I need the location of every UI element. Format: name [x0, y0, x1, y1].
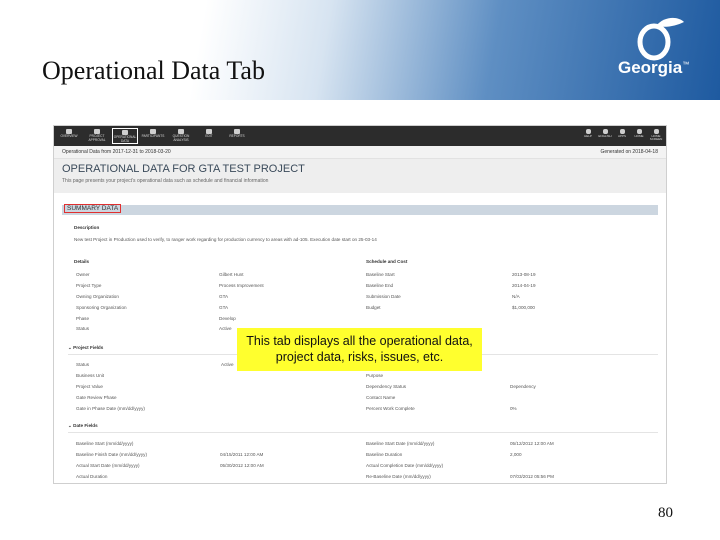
nav-apps[interactable]: APPS [614, 128, 630, 144]
period-bar: Operational Data from 2017-12-31 to 2018… [54, 146, 666, 159]
summary-data-header[interactable]: SUMMARY DATA [62, 204, 658, 215]
summary-data-title: SUMMARY DATA [64, 204, 122, 213]
field-label: Purpose [366, 373, 384, 378]
schedule-label: Baseline Start [366, 272, 395, 277]
schedule-value: N/A [512, 294, 520, 299]
detail-label: Owning Organization [76, 294, 119, 299]
date-label: Actual Completion Date (mm/dd/yyyy) [366, 463, 444, 468]
project-fields-toggle[interactable]: ⌄ Project Fields [68, 345, 103, 351]
callout-note: This tab displays all the operational da… [237, 328, 482, 371]
detail-value: Active [219, 326, 232, 331]
nav-home-screen[interactable]: HOME SCREEN [648, 128, 664, 144]
date-label: Baseline Start Date (mm/dd/yyyy) [366, 441, 435, 446]
date-label: Re-Baseline Date (mm/dd/yyyy) [366, 474, 431, 479]
date-label: Baseline Finish Date (mm/dd/yyyy) [76, 452, 147, 457]
detail-label: Phase [76, 316, 90, 321]
date-label: Actual Start Date (mm/dd/yyyy) [76, 463, 140, 468]
date-value: 2,000 [510, 452, 522, 457]
field-label: Gate Review Phase [76, 395, 117, 400]
georgia-logo-text: Georgia™ [618, 58, 690, 77]
schedule-value: 2014-04-19 [512, 283, 536, 288]
date-value: 04/15/2011 12:00 AM [220, 452, 264, 457]
app-screenshot: OVERVIEW PROJECT APPROVAL OPERATIONAL DA… [53, 125, 667, 484]
description-label: Description [74, 225, 100, 230]
nav-operational-data[interactable]: OPERATIONAL DATA [112, 128, 138, 144]
field-value: Active [221, 362, 234, 367]
field-label: Contact Name [366, 395, 396, 400]
schedule-label: Baseline End [366, 283, 394, 288]
page-description: This page presents your project’s operat… [62, 178, 269, 184]
generated-date: Generated on 2018-04-18 [600, 149, 658, 155]
slide-header: Operational Data Tab Georgia™ [0, 0, 720, 100]
detail-value: Process Improvement [219, 283, 264, 288]
slide-title: Operational Data Tab [42, 56, 265, 85]
period-text: Operational Data from 2017-12-31 to 2018… [62, 149, 171, 155]
field-label: Project Value [76, 384, 103, 389]
detail-value: Develop [219, 316, 236, 321]
schedule-label: Submission Date [366, 294, 401, 299]
detail-value: GTA [219, 305, 229, 310]
top-navigation-bar: OVERVIEW PROJECT APPROVAL OPERATIONAL DA… [54, 126, 666, 146]
schedule-value: 2013-08-19 [512, 272, 536, 277]
detail-label: Project Type [76, 283, 102, 288]
field-label: Percent Work Complete [366, 406, 415, 411]
field-label: Status [76, 362, 90, 367]
detail-label: Sponsoring Organization [76, 305, 127, 310]
nav-help[interactable]: HELP [580, 128, 596, 144]
detail-value: GTA [219, 294, 229, 299]
field-label: Gate in Phase Date (mm/dd/yyyy) [76, 406, 145, 411]
date-value: 05/12/2012 12:00 AM [510, 441, 554, 446]
date-label: Actual Duration [76, 474, 108, 479]
page-heading: OPERATIONAL DATA FOR GTA TEST PROJECT [62, 163, 305, 175]
description-text: New test Project in Production used to v… [74, 237, 377, 242]
nav-reports[interactable]: REPORTS [224, 128, 250, 144]
detail-label: Owner [76, 272, 90, 277]
field-value: 0% [510, 406, 517, 411]
georgia-peach-logo-icon [637, 17, 684, 61]
field-label: Business Unit [76, 373, 105, 378]
field-value: Dependency [510, 384, 536, 389]
nav-overview[interactable]: OVERVIEW [56, 128, 82, 144]
details-label: Details [74, 259, 90, 264]
nav-project-approval[interactable]: PROJECT APPROVAL [84, 128, 110, 144]
page-number: 80 [658, 505, 673, 521]
page-header: OPERATIONAL DATA FOR GTA TEST PROJECT Th… [54, 159, 666, 193]
schedule-label: Budget [366, 305, 381, 310]
nav-home[interactable]: HOME [631, 128, 647, 144]
field-label: Dependency Status [366, 384, 407, 389]
detail-value: Gilbert Hunt [219, 272, 244, 277]
date-value: 07/03/2012 05:56 PM [510, 474, 554, 479]
nav-edit[interactable]: EDIT [196, 128, 222, 144]
detail-label: Status [76, 326, 90, 331]
date-label: Baseline Duration [366, 452, 403, 457]
nav-participants[interactable]: PARTICIPANTS [140, 128, 166, 144]
date-value: 05/30/2012 12:00 AM [220, 463, 264, 468]
divider [68, 432, 658, 433]
date-label: Baseline Start (mm/dd/yyyy) [76, 441, 134, 446]
nav-question-analysis[interactable]: QUESTION ANALYSIS [168, 128, 194, 144]
schedule-value: $1,000,000 [512, 305, 535, 310]
date-fields-toggle[interactable]: ⌄ Date Fields [68, 423, 98, 429]
nav-english[interactable]: ENGLISH [597, 128, 613, 144]
schedule-label: Schedule and Cost [366, 259, 408, 264]
